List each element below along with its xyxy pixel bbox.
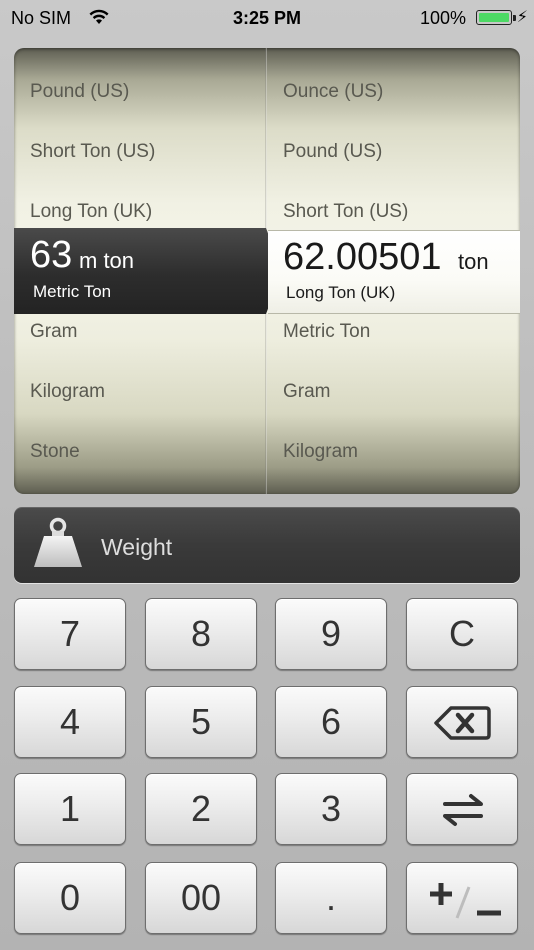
input-value: 63 bbox=[30, 234, 73, 276]
plus-minus-button[interactable] bbox=[406, 862, 518, 934]
plus-minus-icon bbox=[430, 883, 501, 919]
category-label: Weight bbox=[101, 534, 173, 560]
key-5[interactable]: 5 bbox=[145, 686, 257, 758]
charging-bolt-icon: ⚡ bbox=[516, 9, 528, 26]
key-9[interactable]: 9 bbox=[275, 598, 387, 670]
battery-nub bbox=[513, 15, 516, 21]
from-unit-option[interactable]: Gram bbox=[30, 321, 78, 343]
input-unit-abbrev: m ton bbox=[79, 248, 135, 273]
swap-units-button[interactable] bbox=[406, 773, 518, 845]
unit-picker[interactable]: Pound (US) Short Ton (US) Long Ton (UK) … bbox=[14, 48, 520, 494]
weight-icon bbox=[32, 517, 84, 569]
to-unit-option[interactable]: Metric Ton bbox=[283, 321, 370, 343]
to-unit-option[interactable]: Pound (US) bbox=[283, 141, 382, 163]
from-unit-option[interactable]: Long Ton (UK) bbox=[30, 201, 152, 223]
to-unit-option[interactable]: Ounce (US) bbox=[283, 81, 383, 103]
key-00[interactable]: 00 bbox=[145, 862, 257, 934]
from-unit-option[interactable]: Kilogram bbox=[30, 381, 105, 403]
key-8[interactable]: 8 bbox=[145, 598, 257, 670]
input-value-display[interactable]: 63 m ton Metric Ton bbox=[14, 228, 282, 314]
key-2[interactable]: 2 bbox=[145, 773, 257, 845]
output-unit-abbrev: ton bbox=[458, 249, 489, 274]
status-bar: No SIM 3:25 PM 100% ⚡ bbox=[0, 0, 534, 38]
key-3[interactable]: 3 bbox=[275, 773, 387, 845]
category-selector[interactable]: Weight bbox=[14, 507, 520, 583]
battery-icon bbox=[476, 10, 512, 25]
key-1[interactable]: 1 bbox=[14, 773, 126, 845]
clear-button[interactable]: C bbox=[406, 598, 518, 670]
from-unit-option[interactable]: Short Ton (US) bbox=[30, 141, 155, 163]
backspace-icon bbox=[434, 706, 491, 740]
from-unit-option[interactable]: Pound (US) bbox=[30, 81, 129, 103]
from-unit-option[interactable]: Stone bbox=[30, 441, 80, 463]
key-4[interactable]: 4 bbox=[14, 686, 126, 758]
to-unit-option[interactable]: Kilogram bbox=[283, 441, 358, 463]
key-7[interactable]: 7 bbox=[14, 598, 126, 670]
key-6[interactable]: 6 bbox=[275, 686, 387, 758]
swap-arrows-icon bbox=[443, 794, 483, 826]
backspace-button[interactable] bbox=[406, 686, 518, 758]
output-unit-name: Long Ton (UK) bbox=[286, 283, 396, 302]
key-decimal[interactable]: . bbox=[275, 862, 387, 934]
key-0[interactable]: 0 bbox=[14, 862, 126, 934]
output-value: 62.00501 bbox=[283, 236, 442, 278]
battery-percent: 100% bbox=[419, 8, 466, 28]
to-unit-option[interactable]: Short Ton (US) bbox=[283, 201, 408, 223]
input-unit-name: Metric Ton bbox=[33, 282, 112, 301]
output-value-display[interactable]: 62.00501 ton Long Ton (UK) bbox=[268, 230, 520, 314]
to-unit-option[interactable]: Gram bbox=[283, 381, 331, 403]
